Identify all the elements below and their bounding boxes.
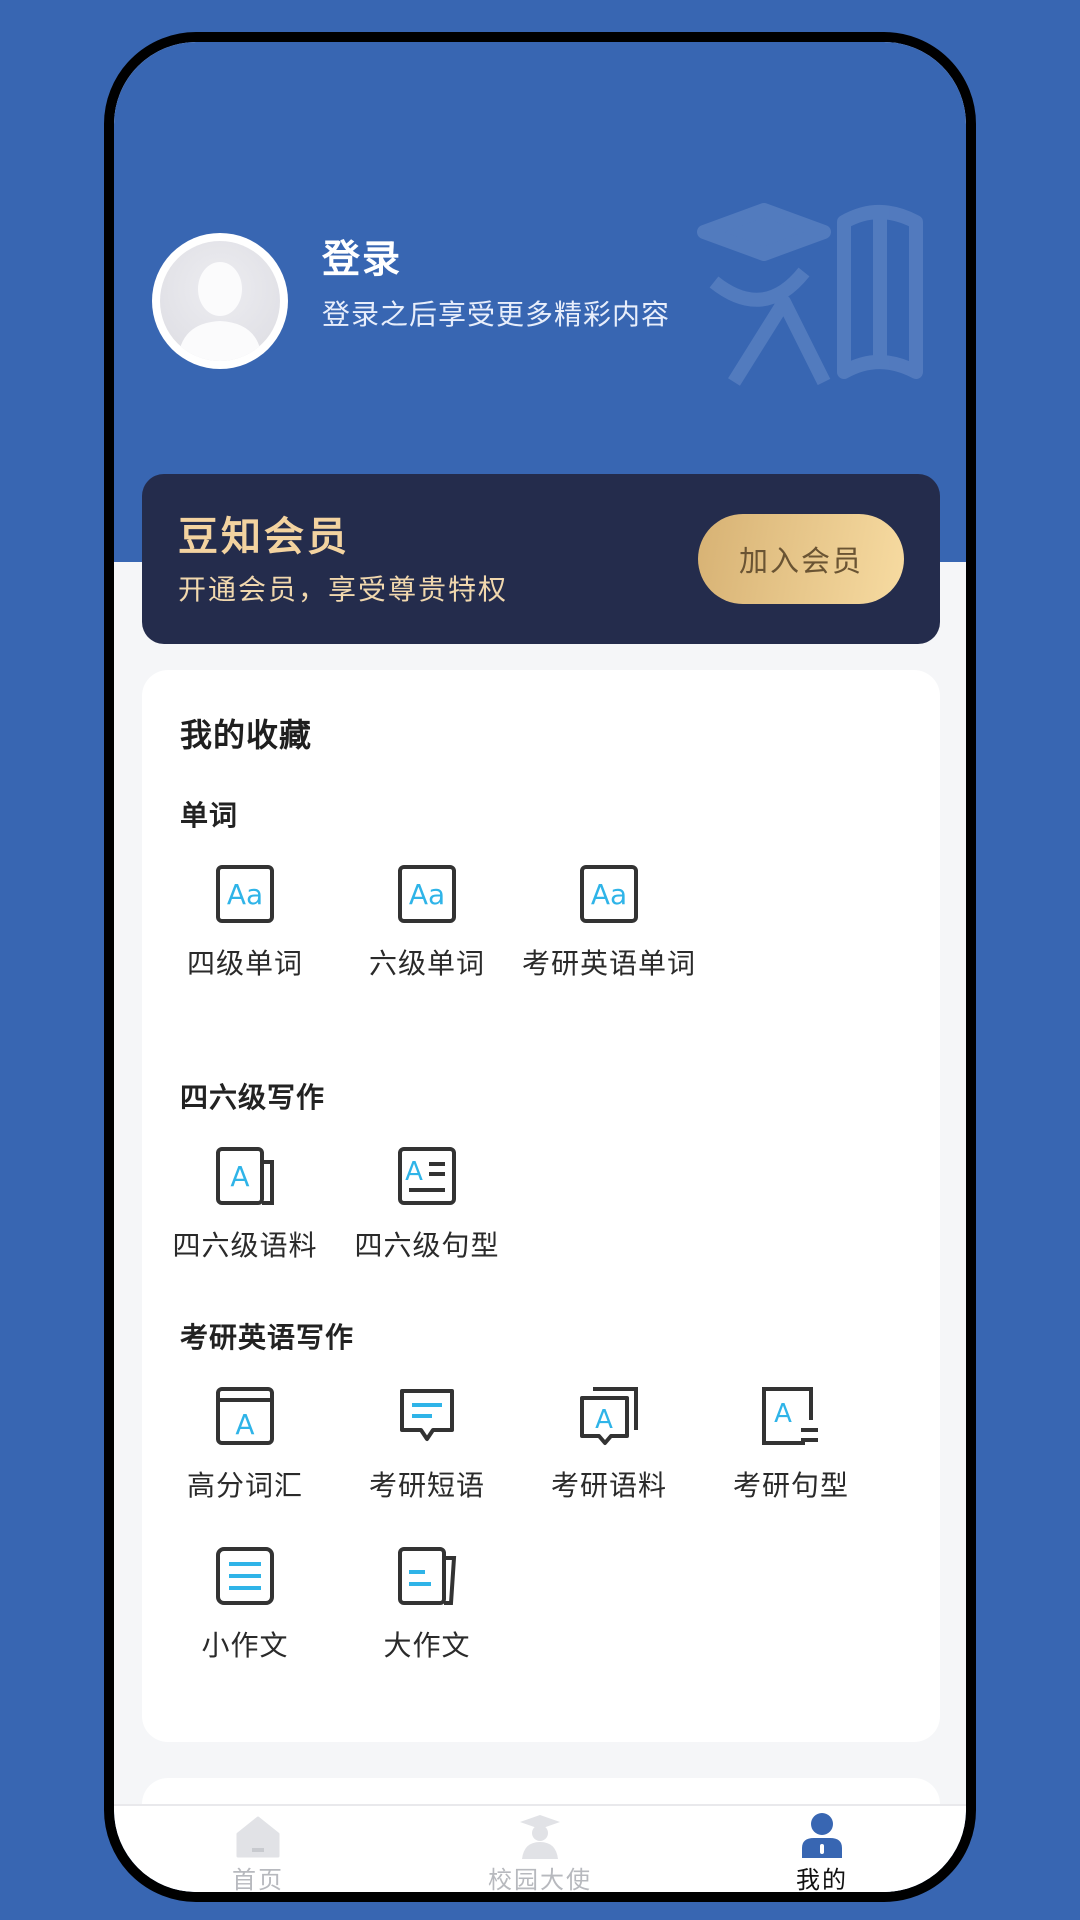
svg-text:Aa: Aa xyxy=(227,878,263,911)
brand-watermark-icon xyxy=(697,203,923,386)
tab-campus-ambassador[interactable]: 校园大使 xyxy=(440,1812,640,1892)
membership-subtitle: 开通会员，享受尊贵特权 xyxy=(178,573,509,606)
fav-item-label: 四六级语料 xyxy=(172,1229,318,1262)
fav-item-short-essay[interactable]: 小作文 xyxy=(154,1546,336,1696)
book-lines-icon xyxy=(398,1547,457,1605)
bottom-tab-bar: 首页 校园大使 我的 xyxy=(114,1804,966,1892)
vocabulary-aa-icon: Aa xyxy=(580,865,638,923)
fav-item-kaoyan-words[interactable]: Aa 考研英语单词 xyxy=(499,864,719,1014)
fav-item-cet4-words[interactable]: Aa 四级单词 xyxy=(154,864,336,1014)
notebook-a-icon: A xyxy=(216,1387,274,1445)
section-label-kaoyan-writing: 考研英语写作 xyxy=(180,1321,355,1354)
svg-text:A: A xyxy=(235,1408,254,1441)
tab-label: 首页 xyxy=(232,1866,284,1892)
fav-item-label: 六级单词 xyxy=(368,947,485,980)
membership-title: 豆知会员 xyxy=(178,514,350,560)
svg-text:Aa: Aa xyxy=(591,878,627,911)
membership-card: 豆知会员 开通会员，享受尊贵特权 加入会员 xyxy=(142,474,940,644)
book-a-icon: A xyxy=(216,1147,274,1205)
favorites-title: 我的收藏 xyxy=(180,716,313,754)
svg-text:A: A xyxy=(595,1405,613,1435)
svg-text:Aa: Aa xyxy=(409,878,445,911)
vocabulary-aa-icon: Aa xyxy=(398,865,456,923)
section-label-cet-writing: 四六级写作 xyxy=(180,1081,326,1114)
article-a-icon: A xyxy=(398,1147,456,1205)
svg-text:A: A xyxy=(774,1399,792,1429)
doc-a-lines-icon: A xyxy=(762,1387,818,1445)
fav-item-kaoyan-phrases[interactable]: 考研短语 xyxy=(336,1386,518,1536)
join-membership-button[interactable]: 加入会员 xyxy=(698,514,904,604)
fav-item-label: 四级单词 xyxy=(186,947,303,980)
avatar[interactable] xyxy=(152,233,288,369)
home-icon xyxy=(236,1816,280,1858)
fav-item-cet-sentences[interactable]: A 四六级句型 xyxy=(336,1146,518,1296)
vocabulary-aa-icon: Aa xyxy=(216,865,274,923)
fav-item-kaoyan-corpus[interactable]: A 考研语料 xyxy=(518,1386,700,1536)
fav-item-cet-corpus[interactable]: A 四六级语料 xyxy=(154,1146,336,1296)
fav-item-kaoyan-sentences[interactable]: A 考研句型 xyxy=(700,1386,882,1536)
tab-home[interactable]: 首页 xyxy=(158,1812,358,1892)
tab-label: 我的 xyxy=(796,1866,848,1892)
stacked-docs-a-icon: A xyxy=(580,1387,638,1445)
favorites-card: 我的收藏 单词 Aa 四级单词 Aa 六级单词 Aa 考研英语单词 四六级写作 … xyxy=(142,670,940,1742)
user-icon xyxy=(802,1813,842,1858)
fav-item-label: 考研短语 xyxy=(368,1469,485,1502)
graduate-icon xyxy=(520,1815,560,1859)
svg-text:A: A xyxy=(405,1157,423,1187)
message-lines-icon xyxy=(400,1389,454,1441)
svg-text:A: A xyxy=(230,1160,249,1193)
fav-item-label: 考研句型 xyxy=(732,1469,849,1502)
fav-item-high-score-vocab[interactable]: A 高分词汇 xyxy=(154,1386,336,1536)
phone-frame: 登录 登录之后享受更多精彩内容 豆知会员 开通会员，享受尊贵特权 加入会员 我的… xyxy=(104,32,976,1902)
fav-item-label: 考研语料 xyxy=(550,1469,667,1502)
fav-item-cet6-words[interactable]: Aa 六级单词 xyxy=(336,864,518,1014)
fav-item-label: 大作文 xyxy=(383,1629,471,1662)
tab-label: 校园大使 xyxy=(488,1866,592,1892)
fav-item-label: 四六级句型 xyxy=(354,1229,500,1262)
default-avatar-icon xyxy=(178,262,262,361)
fav-item-label: 考研英语单词 xyxy=(521,947,696,980)
document-lines-icon xyxy=(216,1547,274,1605)
section-label-words: 单词 xyxy=(180,799,239,832)
tab-mine[interactable]: 我的 xyxy=(722,1812,922,1892)
fav-item-label: 高分词汇 xyxy=(186,1469,303,1502)
fav-item-long-essay[interactable]: 大作文 xyxy=(336,1546,518,1696)
login-title[interactable]: 登录 xyxy=(322,228,402,283)
fav-item-label: 小作文 xyxy=(201,1629,289,1662)
app-screen: 登录 登录之后享受更多精彩内容 豆知会员 开通会员，享受尊贵特权 加入会员 我的… xyxy=(114,42,966,1892)
login-subtitle: 登录之后享受更多精彩内容 xyxy=(322,298,671,331)
